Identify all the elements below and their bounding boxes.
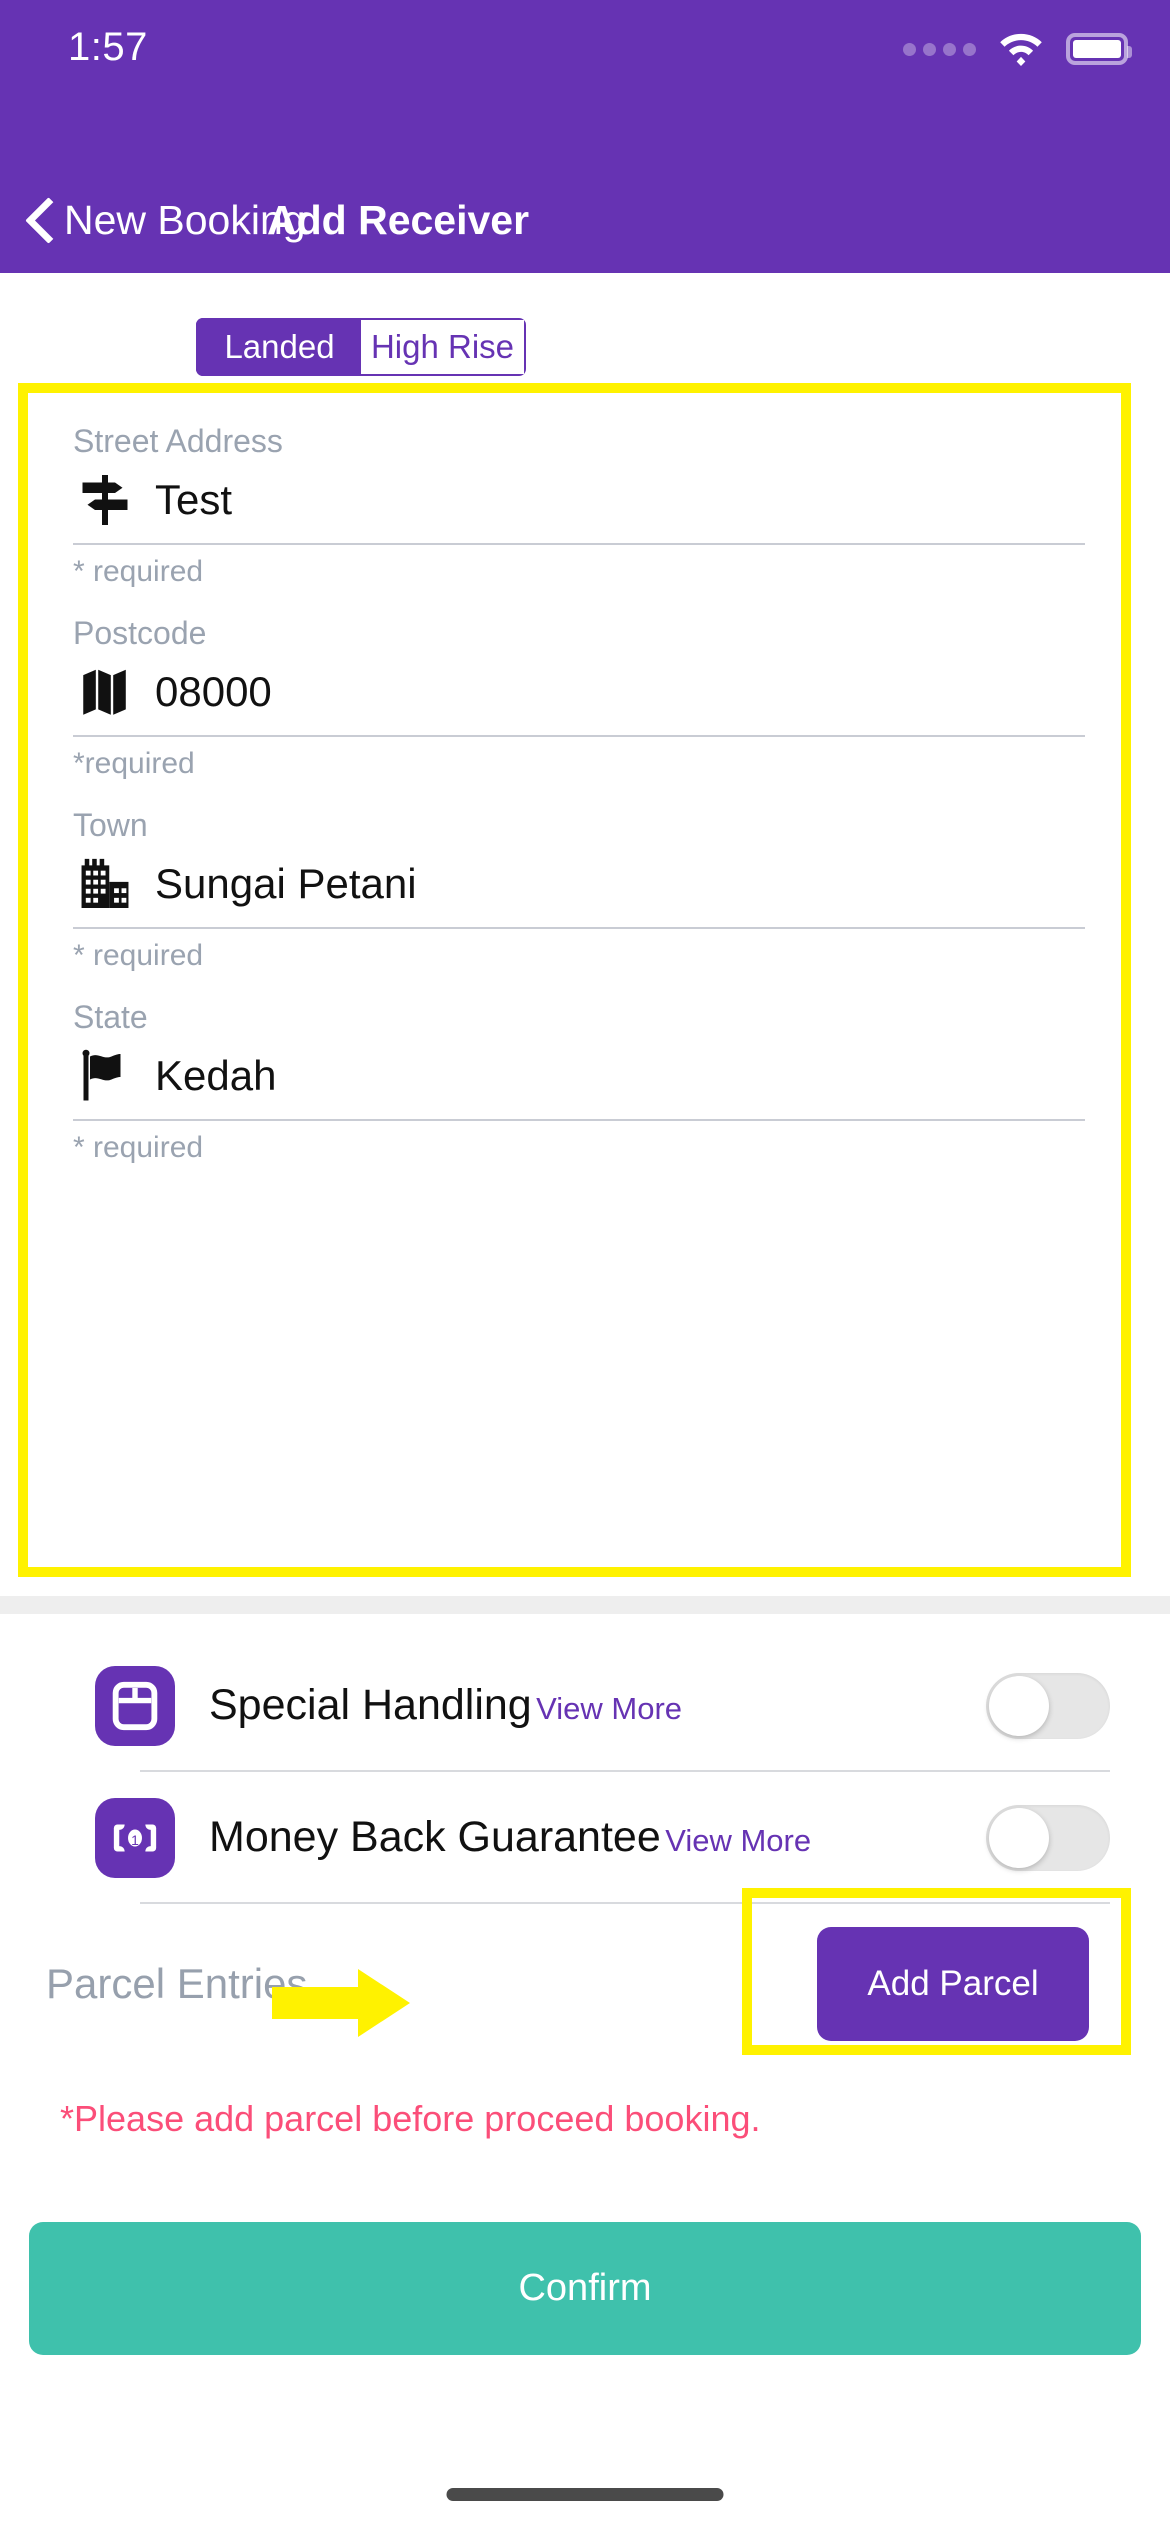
field-label-postcode: Postcode bbox=[73, 615, 207, 651]
package-box-icon bbox=[95, 1666, 175, 1746]
field-input-postcode[interactable]: 08000 bbox=[0, 649, 1170, 735]
navigation-bar: New Booking Add Receiver bbox=[0, 168, 1170, 273]
option-title-special-handling: Special Handling bbox=[209, 1681, 532, 1730]
view-more-link-money-back-guarantee[interactable]: View More bbox=[665, 1823, 811, 1858]
address-type-segmented-control[interactable]: Landed High Rise bbox=[196, 318, 526, 376]
option-text-money-back-guarantee: Money Back Guarantee View More bbox=[209, 1814, 986, 1861]
folded-map-icon bbox=[73, 660, 137, 724]
toggle-money-back-guarantee[interactable] bbox=[986, 1805, 1110, 1871]
field-value-street-address: Test bbox=[155, 476, 233, 523]
confirm-button[interactable]: Confirm bbox=[29, 2222, 1141, 2355]
field-input-state[interactable]: Kedah bbox=[0, 1033, 1170, 1119]
field-town: Town Sungai Petani * required bbox=[0, 779, 1170, 971]
wifi-icon bbox=[1000, 33, 1042, 66]
add-parcel-button[interactable]: Add Parcel bbox=[817, 1927, 1089, 2041]
field-value-state: Kedah bbox=[155, 1052, 277, 1099]
field-hint-town: * required bbox=[73, 939, 204, 972]
parcel-entries-section: Parcel Entries Add Parcel bbox=[0, 1888, 1170, 2085]
field-input-town[interactable]: Sungai Petani bbox=[0, 841, 1170, 927]
field-hint-postcode: *required bbox=[73, 747, 195, 780]
field-hint-state: * required bbox=[73, 1131, 204, 1164]
option-separator bbox=[140, 1902, 1110, 1904]
field-postcode: Postcode 08000 *required bbox=[0, 587, 1170, 779]
parcel-error-message: *Please add parcel before proceed bookin… bbox=[60, 2098, 761, 2139]
status-bar-indicators bbox=[903, 28, 1132, 70]
back-button[interactable]: New Booking bbox=[20, 168, 306, 273]
option-title-money-back-guarantee: Money Back Guarantee bbox=[209, 1813, 661, 1862]
field-label-street-address: Street Address bbox=[73, 423, 283, 459]
option-text-special-handling: Special Handling View More bbox=[209, 1682, 986, 1729]
section-divider bbox=[0, 1596, 1170, 1614]
field-state: State Kedah * required bbox=[0, 971, 1170, 1163]
signpost-icon bbox=[73, 468, 137, 532]
field-input-street-address[interactable]: Test bbox=[0, 457, 1170, 543]
option-row-money-back-guarantee[interactable]: 1 Money Back Guarantee View More bbox=[0, 1772, 1170, 1904]
field-value-postcode: 08000 bbox=[155, 668, 272, 715]
field-value-town: Sungai Petani bbox=[155, 860, 417, 907]
banknote-icon: 1 bbox=[95, 1798, 175, 1878]
view-more-link-special-handling[interactable]: View More bbox=[536, 1691, 682, 1726]
status-bar: 1:57 bbox=[0, 0, 1170, 168]
receiver-address-form: Street Address Test * required Postcode bbox=[0, 400, 1170, 1163]
field-label-town: Town bbox=[73, 807, 148, 843]
city-buildings-icon bbox=[73, 852, 137, 916]
tab-landed[interactable]: Landed bbox=[196, 318, 361, 376]
parcel-entries-label: Parcel Entries bbox=[46, 1960, 308, 2007]
field-street-address: Street Address Test * required bbox=[0, 400, 1170, 587]
svg-text:1: 1 bbox=[131, 1832, 139, 1848]
option-row-special-handling[interactable]: Special Handling View More bbox=[0, 1640, 1170, 1772]
toggle-special-handling[interactable] bbox=[986, 1673, 1110, 1739]
home-indicator[interactable] bbox=[446, 2488, 724, 2501]
tab-high-rise[interactable]: High Rise bbox=[361, 318, 526, 376]
addon-options-list: Special Handling View More 1 Money Back … bbox=[0, 1640, 1170, 1904]
battery-full-icon bbox=[1066, 33, 1132, 65]
flag-icon bbox=[73, 1044, 137, 1108]
field-label-state: State bbox=[73, 999, 148, 1035]
status-bar-time: 1:57 bbox=[68, 25, 148, 69]
field-hint-street-address: * required bbox=[73, 555, 204, 588]
chevron-left-icon bbox=[20, 195, 54, 247]
page-title: Add Receiver bbox=[267, 197, 530, 243]
signal-dots-icon bbox=[903, 42, 976, 56]
